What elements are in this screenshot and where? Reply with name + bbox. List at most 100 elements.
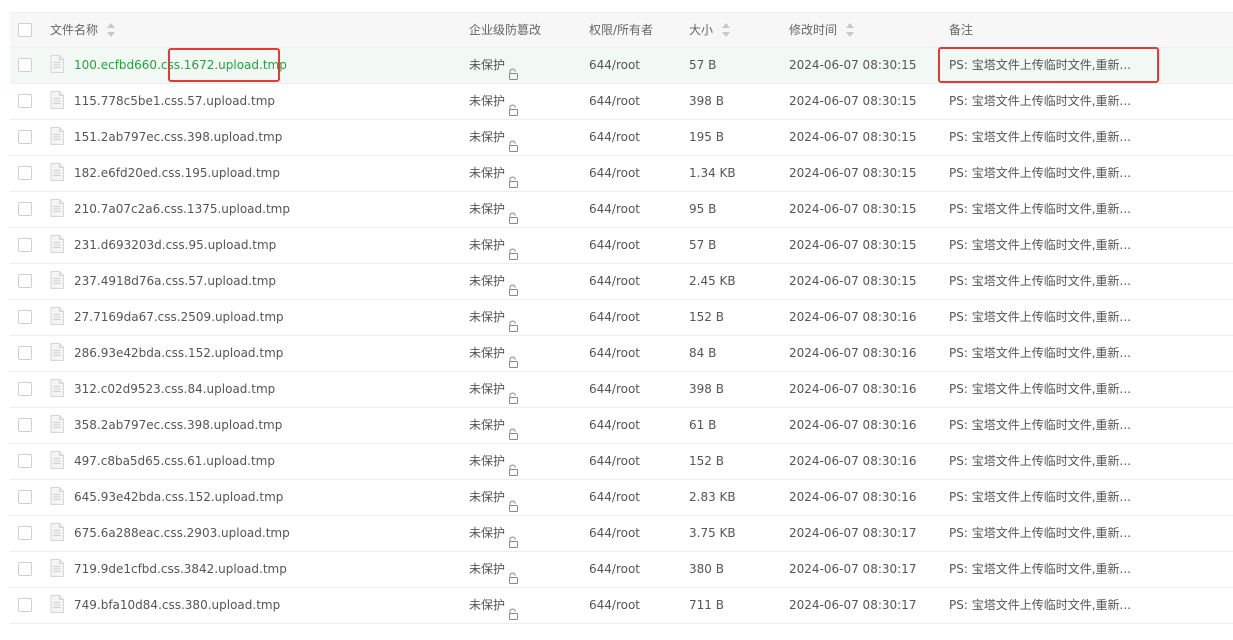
row-checkbox[interactable] [18,525,32,540]
table-row[interactable]: 312.c02d9523.css.84.upload.tmp 未保护 644/roo… [10,372,1233,408]
file-name-cell[interactable]: 286.93e42bda.css.152.upload.tmp [50,336,460,371]
table-row[interactable]: 719.9de1cfbd.css.3842.upload.tmp 未保护 644/r… [10,552,1233,588]
lock-icon[interactable] [507,419,519,440]
table-row[interactable]: 358.2ab797ec.css.398.upload.tmp 未保护 644/ro… [10,408,1233,444]
file-name-cell[interactable]: 182.e6fd20ed.css.195.upload.tmp [50,156,460,191]
header-name[interactable]: 文件名称 [50,13,460,48]
table-row[interactable]: 182.e6fd20ed.css.195.upload.tmp 未保护 644/ro… [10,156,1233,192]
protection-status[interactable]: 未保护 [469,454,505,468]
file-name-cell[interactable]: 312.c02d9523.css.84.upload.tmp [50,372,460,407]
file-name-cell[interactable]: 231.d693203d.css.95.upload.tmp [50,228,460,263]
lock-icon[interactable] [507,131,519,152]
row-checkbox[interactable] [18,417,32,432]
note-cell[interactable]: PS: 宝塔文件上传临时文件,重新... [949,120,1229,155]
permission-cell[interactable]: 644/root [589,408,684,443]
protection-status[interactable]: 未保护 [469,382,505,396]
protection-status[interactable]: 未保护 [469,526,505,540]
note-cell[interactable]: PS: 宝塔文件上传临时文件,重新... [949,156,1229,191]
protection-status[interactable]: 未保护 [469,598,505,612]
lock-icon[interactable] [507,455,519,476]
file-name[interactable]: 100.ecfbd660.css.1672.upload.tmp [74,58,287,72]
permission-cell[interactable]: 644/root [589,228,684,263]
note-cell[interactable]: PS: 宝塔文件上传临时文件,重新... [949,48,1229,83]
note-cell[interactable]: PS: 宝塔文件上传临时文件,重新... [949,552,1229,587]
row-checkbox[interactable] [18,561,32,576]
table-row[interactable]: 231.d693203d.css.95.upload.tmp 未保护 644/roo… [10,228,1233,264]
protection-cell[interactable]: 未保护 [469,480,579,515]
lock-icon[interactable] [507,347,519,368]
permission-cell[interactable]: 644/root [589,84,684,119]
protection-cell[interactable]: 未保护 [469,336,579,371]
file-name-cell[interactable]: 645.93e42bda.css.152.upload.tmp [50,480,460,515]
note-cell[interactable]: PS: 宝塔文件上传临时文件,重新... [949,372,1229,407]
permission-cell[interactable]: 644/root [589,336,684,371]
note-cell[interactable]: PS: 宝塔文件上传临时文件,重新... [949,444,1229,479]
row-checkbox[interactable] [18,237,32,252]
protection-cell[interactable]: 未保护 [469,48,579,83]
row-checkbox[interactable] [18,345,32,360]
file-name[interactable]: 312.c02d9523.css.84.upload.tmp [74,382,275,396]
header-size[interactable]: 大小 [689,13,784,48]
note-cell[interactable]: PS: 宝塔文件上传临时文件,重新... [949,192,1229,227]
permission-cell[interactable]: 644/root [589,48,684,83]
row-checkbox[interactable] [18,273,32,288]
permission-cell[interactable]: 644/root [589,480,684,515]
protection-status[interactable]: 未保护 [469,58,505,72]
row-checkbox[interactable] [18,597,32,612]
protection-cell[interactable]: 未保护 [469,120,579,155]
protection-status[interactable]: 未保护 [469,130,505,144]
file-name-cell[interactable]: 100.ecfbd660.css.1672.upload.tmp [50,48,460,83]
file-name[interactable]: 358.2ab797ec.css.398.upload.tmp [74,418,282,432]
file-name[interactable]: 151.2ab797ec.css.398.upload.tmp [74,130,282,144]
file-name[interactable]: 675.6a288eac.css.2903.upload.tmp [74,526,290,540]
permission-cell[interactable]: 644/root [589,192,684,227]
note-cell[interactable]: PS: 宝塔文件上传临时文件,重新... [949,264,1229,299]
table-row[interactable]: 27.7169da67.css.2509.upload.tmp 未保护 644/ro… [10,300,1233,336]
lock-icon[interactable] [507,275,519,296]
protection-status[interactable]: 未保护 [469,166,505,180]
file-name[interactable]: 286.93e42bda.css.152.upload.tmp [74,346,283,360]
note-cell[interactable]: PS: 宝塔文件上传临时文件,重新... [949,300,1229,335]
lock-icon[interactable] [507,527,519,548]
protection-status[interactable]: 未保护 [469,562,505,576]
table-row[interactable]: 497.c8ba5d65.css.61.upload.tmp 未保护 644/roo… [10,444,1233,480]
sort-icon[interactable] [846,22,855,37]
note-cell[interactable]: PS: 宝塔文件上传临时文件,重新... [949,336,1229,371]
sort-icon[interactable] [107,22,116,37]
file-name[interactable]: 749.bfa10d84.css.380.upload.tmp [74,598,280,612]
file-name[interactable]: 237.4918d76a.css.57.upload.tmp [74,274,276,288]
file-name-cell[interactable]: 497.c8ba5d65.css.61.upload.tmp [50,444,460,479]
permission-cell[interactable]: 644/root [589,300,684,335]
row-checkbox[interactable] [18,489,32,504]
table-row[interactable]: 115.778c5be1.css.57.upload.tmp 未保护 644/roo… [10,84,1233,120]
note-cell[interactable]: PS: 宝塔文件上传临时文件,重新... [949,480,1229,515]
protection-cell[interactable]: 未保护 [469,516,579,551]
protection-status[interactable]: 未保护 [469,310,505,324]
row-checkbox[interactable] [18,93,32,108]
protection-status[interactable]: 未保护 [469,346,505,360]
file-name[interactable]: 719.9de1cfbd.css.3842.upload.tmp [74,562,287,576]
table-row[interactable]: 100.ecfbd660.css.1672.upload.tmp 未保护 644/r… [10,48,1233,84]
note-cell[interactable]: PS: 宝塔文件上传临时文件,重新... [949,228,1229,263]
lock-icon[interactable] [507,95,519,116]
file-name[interactable]: 182.e6fd20ed.css.195.upload.tmp [74,166,280,180]
table-row[interactable]: 286.93e42bda.css.152.upload.tmp 未保护 644/ro… [10,336,1233,372]
file-name-cell[interactable]: 151.2ab797ec.css.398.upload.tmp [50,120,460,155]
lock-icon[interactable] [507,599,519,620]
note-cell[interactable]: PS: 宝塔文件上传临时文件,重新... [949,516,1229,551]
lock-icon[interactable] [507,311,519,332]
lock-icon[interactable] [507,203,519,224]
file-name-cell[interactable]: 675.6a288eac.css.2903.upload.tmp [50,516,460,551]
row-checkbox[interactable] [18,201,32,216]
lock-icon[interactable] [507,563,519,584]
protection-cell[interactable]: 未保护 [469,156,579,191]
lock-icon[interactable] [507,491,519,512]
protection-cell[interactable]: 未保护 [469,300,579,335]
protection-status[interactable]: 未保护 [469,238,505,252]
file-name-cell[interactable]: 115.778c5be1.css.57.upload.tmp [50,84,460,119]
protection-cell[interactable]: 未保护 [469,264,579,299]
select-all-checkbox[interactable] [18,22,32,37]
file-name[interactable]: 231.d693203d.css.95.upload.tmp [74,238,276,252]
file-name-cell[interactable]: 27.7169da67.css.2509.upload.tmp [50,300,460,335]
protection-status[interactable]: 未保护 [469,202,505,216]
